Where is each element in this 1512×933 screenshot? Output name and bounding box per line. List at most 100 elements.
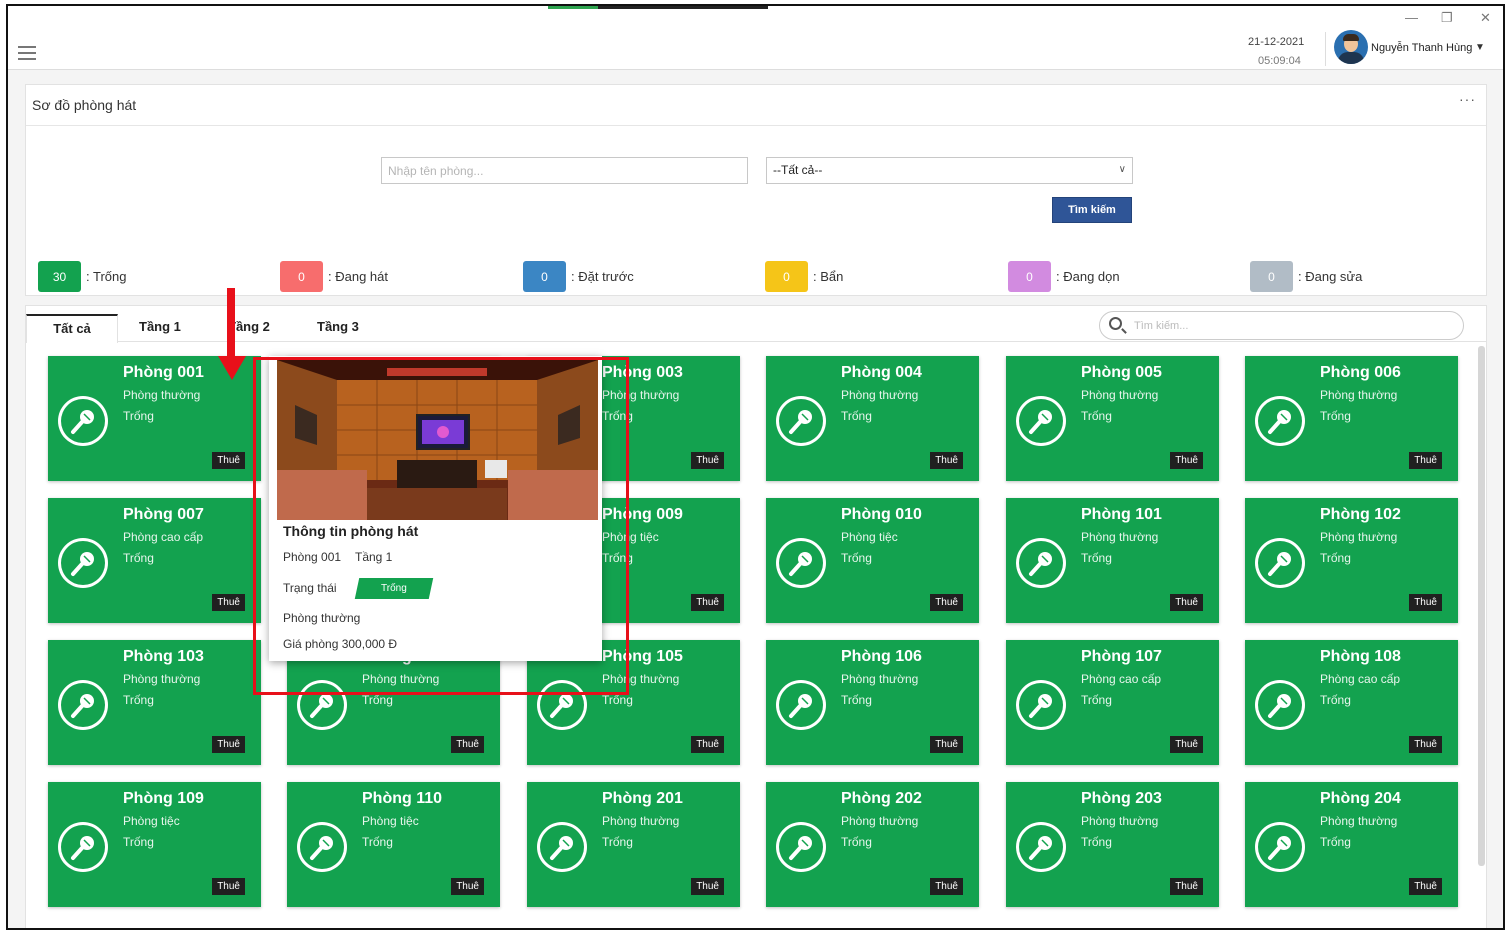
microphone-icon bbox=[776, 538, 826, 588]
microphone-icon bbox=[58, 396, 108, 446]
room-card[interactable]: Phòng 109 Phòng tiệc Trống Thuê bbox=[48, 782, 261, 907]
filter-panel: Sơ đồ phòng hát ··· --Tất cả-- ∨ Tìm kiế… bbox=[25, 84, 1487, 296]
room-card[interactable]: Phòng 204 Phòng thường Trống Thuê bbox=[1245, 782, 1458, 907]
legend-dirty[interactable]: 0 : Bẩn bbox=[765, 261, 843, 292]
rent-button[interactable]: Thuê bbox=[212, 452, 245, 469]
room-card[interactable]: Phòng 108 Phòng cao cấp Trống Thuê bbox=[1245, 640, 1458, 765]
room-card[interactable]: Phòng 201 Phòng thường Trống Thuê bbox=[527, 782, 740, 907]
minimize-icon[interactable]: — bbox=[1405, 10, 1418, 25]
room-status: Trống bbox=[123, 835, 154, 849]
room-name: Phòng 201 bbox=[602, 790, 683, 807]
rent-button[interactable]: Thuê bbox=[212, 878, 245, 895]
rent-button[interactable]: Thuê bbox=[1409, 878, 1442, 895]
room-status: Trống bbox=[123, 551, 154, 565]
microphone-icon bbox=[776, 822, 826, 872]
rent-button[interactable]: Thuê bbox=[1170, 452, 1203, 469]
tab-floor-3[interactable]: Tầng 3 bbox=[317, 314, 359, 342]
user-name[interactable]: Nguyễn Thanh Hùng bbox=[1371, 42, 1472, 54]
room-type: Phòng thường bbox=[1320, 814, 1398, 828]
room-card[interactable]: Phòng 202 Phòng thường Trống Thuê bbox=[766, 782, 979, 907]
legend-singing[interactable]: 0 : Đang hát bbox=[280, 261, 388, 292]
rent-button[interactable]: Thuê bbox=[451, 878, 484, 895]
room-name: Phòng 004 bbox=[841, 364, 922, 381]
room-card[interactable]: Phòng 106 Phòng thường Trống Thuê bbox=[766, 640, 979, 765]
room-type-select[interactable]: --Tất cả-- ∨ bbox=[766, 157, 1133, 184]
page-title: Sơ đồ phòng hát bbox=[32, 97, 137, 113]
rent-button[interactable]: Thuê bbox=[691, 594, 724, 611]
rent-button[interactable]: Thuê bbox=[1409, 594, 1442, 611]
rent-button[interactable]: Thuê bbox=[930, 594, 963, 611]
room-card[interactable]: Phòng 110 Phòng tiệc Trống Thuê bbox=[287, 782, 500, 907]
rent-button[interactable]: Thuê bbox=[1409, 736, 1442, 753]
top-accent-green bbox=[548, 6, 598, 9]
microphone-icon bbox=[1255, 680, 1305, 730]
room-search-input[interactable]: Tìm kiếm... bbox=[1099, 311, 1464, 340]
microphone-icon bbox=[776, 680, 826, 730]
legend-cleaning[interactable]: 0 : Đang dọn bbox=[1008, 261, 1120, 292]
room-type: Phòng thường bbox=[1081, 530, 1159, 544]
hamburger-icon[interactable] bbox=[18, 46, 36, 60]
room-card[interactable]: Phòng 007 Phòng cao cấp Trống Thuê bbox=[48, 498, 261, 623]
room-type: Phòng thường bbox=[123, 388, 201, 402]
avatar[interactable] bbox=[1334, 30, 1368, 64]
rent-button[interactable]: Thuê bbox=[930, 736, 963, 753]
room-name-input[interactable] bbox=[381, 157, 748, 184]
tab-floor-1[interactable]: Tầng 1 bbox=[139, 314, 181, 342]
legend-repair[interactable]: 0 : Đang sửa bbox=[1250, 261, 1362, 292]
rent-button[interactable]: Thuê bbox=[691, 878, 724, 895]
room-name: Phòng 001 bbox=[123, 364, 204, 381]
room-status: Trống bbox=[1081, 835, 1112, 849]
room-type: Phòng cao cấp bbox=[1081, 672, 1162, 686]
room-type: Phòng tiệc bbox=[123, 814, 180, 828]
room-card[interactable]: Phòng 101 Phòng thường Trống Thuê bbox=[1006, 498, 1219, 623]
room-card[interactable]: Phòng 203 Phòng thường Trống Thuê bbox=[1006, 782, 1219, 907]
scrollbar[interactable] bbox=[1478, 346, 1485, 866]
legend-empty[interactable]: 30 : Trống bbox=[38, 261, 126, 292]
rent-button[interactable]: Thuê bbox=[930, 878, 963, 895]
top-accent-dark bbox=[598, 6, 768, 9]
room-type: Phòng thường bbox=[1320, 388, 1398, 402]
legend-reserved[interactable]: 0 : Đặt trước bbox=[523, 261, 634, 292]
room-card[interactable]: Phòng 102 Phòng thường Trống Thuê bbox=[1245, 498, 1458, 623]
rent-button[interactable]: Thuê bbox=[212, 736, 245, 753]
room-status: Trống bbox=[1081, 693, 1112, 707]
rent-button[interactable]: Thuê bbox=[1170, 736, 1203, 753]
room-card[interactable]: Phòng 107 Phòng cao cấp Trống Thuê bbox=[1006, 640, 1219, 765]
room-card[interactable]: Phòng 010 Phòng tiệc Trống Thuê bbox=[766, 498, 979, 623]
rent-button[interactable]: Thuê bbox=[212, 594, 245, 611]
microphone-icon bbox=[297, 822, 347, 872]
room-status: Trống bbox=[362, 693, 393, 707]
app-window: — ❐ ✕ 21-12-2021 05:09:04 Nguyễn Thanh H… bbox=[6, 4, 1505, 930]
room-name: Phòng 204 bbox=[1320, 790, 1401, 807]
room-status: Trống bbox=[602, 835, 633, 849]
chevron-down-icon: ∨ bbox=[1118, 164, 1126, 175]
room-name: Phòng 010 bbox=[841, 506, 922, 523]
legend-label: : Đang hát bbox=[328, 269, 388, 284]
room-name: Phòng 103 bbox=[123, 648, 204, 665]
current-time: 05:09:04 bbox=[1258, 55, 1301, 67]
tab-all[interactable]: Tất cả bbox=[26, 314, 118, 343]
more-options-icon[interactable]: ··· bbox=[1459, 91, 1476, 107]
microphone-icon bbox=[58, 680, 108, 730]
chevron-down-icon[interactable]: ▼ bbox=[1475, 42, 1485, 53]
rent-button[interactable]: Thuê bbox=[1409, 452, 1442, 469]
microphone-icon bbox=[1255, 396, 1305, 446]
room-status: Trống bbox=[1320, 551, 1351, 565]
search-button[interactable]: Tìm kiếm bbox=[1052, 197, 1132, 223]
room-card[interactable]: Phòng 004 Phòng thường Trống Thuê bbox=[766, 356, 979, 481]
rent-button[interactable]: Thuê bbox=[930, 452, 963, 469]
rent-button[interactable]: Thuê bbox=[691, 452, 724, 469]
maximize-icon[interactable]: ❐ bbox=[1441, 10, 1453, 26]
room-status: Trống bbox=[602, 693, 633, 707]
close-icon[interactable]: ✕ bbox=[1480, 10, 1491, 26]
microphone-icon bbox=[1016, 680, 1066, 730]
room-card[interactable]: Phòng 103 Phòng thường Trống Thuê bbox=[48, 640, 261, 765]
room-type: Phòng tiệc bbox=[841, 530, 898, 544]
rent-button[interactable]: Thuê bbox=[1170, 878, 1203, 895]
rent-button[interactable]: Thuê bbox=[451, 736, 484, 753]
annotation-arrow-icon bbox=[218, 288, 246, 380]
room-card[interactable]: Phòng 005 Phòng thường Trống Thuê bbox=[1006, 356, 1219, 481]
room-card[interactable]: Phòng 006 Phòng thường Trống Thuê bbox=[1245, 356, 1458, 481]
rent-button[interactable]: Thuê bbox=[691, 736, 724, 753]
rent-button[interactable]: Thuê bbox=[1170, 594, 1203, 611]
